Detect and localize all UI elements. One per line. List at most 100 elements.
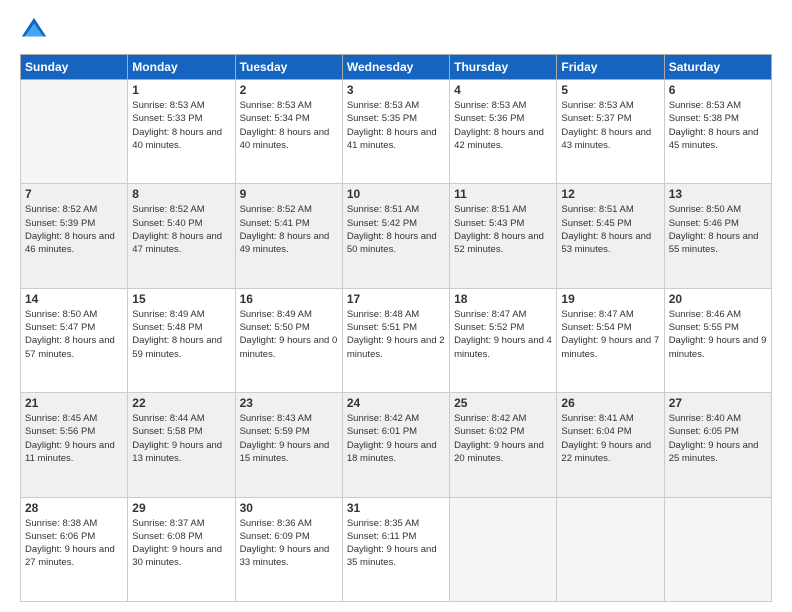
day-cell: 31 Sunrise: 8:35 AMSunset: 6:11 PMDaylig…: [342, 497, 449, 601]
day-detail: Sunrise: 8:51 AMSunset: 5:43 PMDaylight:…: [454, 203, 552, 256]
day-detail: Sunrise: 8:52 AMSunset: 5:39 PMDaylight:…: [25, 203, 123, 256]
day-detail: Sunrise: 8:50 AMSunset: 5:47 PMDaylight:…: [25, 308, 123, 361]
day-number: 31: [347, 501, 445, 515]
day-cell: 3 Sunrise: 8:53 AMSunset: 5:35 PMDayligh…: [342, 80, 449, 184]
day-number: 30: [240, 501, 338, 515]
day-cell: [21, 80, 128, 184]
day-cell: 6 Sunrise: 8:53 AMSunset: 5:38 PMDayligh…: [664, 80, 771, 184]
day-cell: 25 Sunrise: 8:42 AMSunset: 6:02 PMDaylig…: [450, 393, 557, 497]
calendar-table: SundayMondayTuesdayWednesdayThursdayFrid…: [20, 54, 772, 602]
day-detail: Sunrise: 8:38 AMSunset: 6:06 PMDaylight:…: [25, 517, 123, 570]
day-cell: 22 Sunrise: 8:44 AMSunset: 5:58 PMDaylig…: [128, 393, 235, 497]
day-detail: Sunrise: 8:42 AMSunset: 6:02 PMDaylight:…: [454, 412, 552, 465]
day-cell: [450, 497, 557, 601]
day-cell: 27 Sunrise: 8:40 AMSunset: 6:05 PMDaylig…: [664, 393, 771, 497]
day-cell: 30 Sunrise: 8:36 AMSunset: 6:09 PMDaylig…: [235, 497, 342, 601]
day-number: 15: [132, 292, 230, 306]
day-number: 25: [454, 396, 552, 410]
day-number: 17: [347, 292, 445, 306]
day-number: 14: [25, 292, 123, 306]
day-cell: 16 Sunrise: 8:49 AMSunset: 5:50 PMDaylig…: [235, 288, 342, 392]
day-detail: Sunrise: 8:49 AMSunset: 5:50 PMDaylight:…: [240, 308, 338, 361]
day-header-monday: Monday: [128, 55, 235, 80]
day-number: 22: [132, 396, 230, 410]
day-detail: Sunrise: 8:41 AMSunset: 6:04 PMDaylight:…: [561, 412, 659, 465]
day-cell: 29 Sunrise: 8:37 AMSunset: 6:08 PMDaylig…: [128, 497, 235, 601]
day-cell: [557, 497, 664, 601]
day-cell: [664, 497, 771, 601]
day-number: 2: [240, 83, 338, 97]
day-detail: Sunrise: 8:35 AMSunset: 6:11 PMDaylight:…: [347, 517, 445, 570]
day-number: 29: [132, 501, 230, 515]
day-cell: 1 Sunrise: 8:53 AMSunset: 5:33 PMDayligh…: [128, 80, 235, 184]
day-cell: 8 Sunrise: 8:52 AMSunset: 5:40 PMDayligh…: [128, 184, 235, 288]
day-number: 18: [454, 292, 552, 306]
day-detail: Sunrise: 8:53 AMSunset: 5:33 PMDaylight:…: [132, 99, 230, 152]
day-cell: 13 Sunrise: 8:50 AMSunset: 5:46 PMDaylig…: [664, 184, 771, 288]
day-detail: Sunrise: 8:45 AMSunset: 5:56 PMDaylight:…: [25, 412, 123, 465]
day-number: 4: [454, 83, 552, 97]
day-number: 26: [561, 396, 659, 410]
day-number: 24: [347, 396, 445, 410]
logo: [20, 16, 52, 44]
day-header-thursday: Thursday: [450, 55, 557, 80]
day-detail: Sunrise: 8:53 AMSunset: 5:37 PMDaylight:…: [561, 99, 659, 152]
day-number: 20: [669, 292, 767, 306]
day-number: 11: [454, 187, 552, 201]
day-cell: 20 Sunrise: 8:46 AMSunset: 5:55 PMDaylig…: [664, 288, 771, 392]
day-cell: 12 Sunrise: 8:51 AMSunset: 5:45 PMDaylig…: [557, 184, 664, 288]
day-header-saturday: Saturday: [664, 55, 771, 80]
week-row-2: 7 Sunrise: 8:52 AMSunset: 5:39 PMDayligh…: [21, 184, 772, 288]
day-cell: 5 Sunrise: 8:53 AMSunset: 5:37 PMDayligh…: [557, 80, 664, 184]
day-number: 8: [132, 187, 230, 201]
day-detail: Sunrise: 8:42 AMSunset: 6:01 PMDaylight:…: [347, 412, 445, 465]
day-cell: 28 Sunrise: 8:38 AMSunset: 6:06 PMDaylig…: [21, 497, 128, 601]
day-detail: Sunrise: 8:52 AMSunset: 5:40 PMDaylight:…: [132, 203, 230, 256]
day-detail: Sunrise: 8:47 AMSunset: 5:52 PMDaylight:…: [454, 308, 552, 361]
week-row-5: 28 Sunrise: 8:38 AMSunset: 6:06 PMDaylig…: [21, 497, 772, 601]
day-cell: 4 Sunrise: 8:53 AMSunset: 5:36 PMDayligh…: [450, 80, 557, 184]
day-cell: 15 Sunrise: 8:49 AMSunset: 5:48 PMDaylig…: [128, 288, 235, 392]
day-cell: 2 Sunrise: 8:53 AMSunset: 5:34 PMDayligh…: [235, 80, 342, 184]
day-detail: Sunrise: 8:53 AMSunset: 5:38 PMDaylight:…: [669, 99, 767, 152]
day-detail: Sunrise: 8:53 AMSunset: 5:35 PMDaylight:…: [347, 99, 445, 152]
day-cell: 17 Sunrise: 8:48 AMSunset: 5:51 PMDaylig…: [342, 288, 449, 392]
day-number: 3: [347, 83, 445, 97]
day-number: 1: [132, 83, 230, 97]
day-number: 9: [240, 187, 338, 201]
day-number: 13: [669, 187, 767, 201]
day-number: 12: [561, 187, 659, 201]
day-detail: Sunrise: 8:36 AMSunset: 6:09 PMDaylight:…: [240, 517, 338, 570]
day-number: 5: [561, 83, 659, 97]
day-number: 7: [25, 187, 123, 201]
day-detail: Sunrise: 8:44 AMSunset: 5:58 PMDaylight:…: [132, 412, 230, 465]
header: [20, 16, 772, 44]
day-detail: Sunrise: 8:53 AMSunset: 5:34 PMDaylight:…: [240, 99, 338, 152]
day-header-wednesday: Wednesday: [342, 55, 449, 80]
day-number: 21: [25, 396, 123, 410]
day-header-tuesday: Tuesday: [235, 55, 342, 80]
day-detail: Sunrise: 8:52 AMSunset: 5:41 PMDaylight:…: [240, 203, 338, 256]
day-cell: 24 Sunrise: 8:42 AMSunset: 6:01 PMDaylig…: [342, 393, 449, 497]
week-row-3: 14 Sunrise: 8:50 AMSunset: 5:47 PMDaylig…: [21, 288, 772, 392]
day-number: 23: [240, 396, 338, 410]
page: SundayMondayTuesdayWednesdayThursdayFrid…: [0, 0, 792, 612]
day-detail: Sunrise: 8:48 AMSunset: 5:51 PMDaylight:…: [347, 308, 445, 361]
day-number: 16: [240, 292, 338, 306]
day-detail: Sunrise: 8:47 AMSunset: 5:54 PMDaylight:…: [561, 308, 659, 361]
day-detail: Sunrise: 8:53 AMSunset: 5:36 PMDaylight:…: [454, 99, 552, 152]
day-cell: 21 Sunrise: 8:45 AMSunset: 5:56 PMDaylig…: [21, 393, 128, 497]
day-number: 28: [25, 501, 123, 515]
day-number: 27: [669, 396, 767, 410]
day-detail: Sunrise: 8:40 AMSunset: 6:05 PMDaylight:…: [669, 412, 767, 465]
day-cell: 19 Sunrise: 8:47 AMSunset: 5:54 PMDaylig…: [557, 288, 664, 392]
day-detail: Sunrise: 8:51 AMSunset: 5:42 PMDaylight:…: [347, 203, 445, 256]
day-detail: Sunrise: 8:37 AMSunset: 6:08 PMDaylight:…: [132, 517, 230, 570]
day-cell: 14 Sunrise: 8:50 AMSunset: 5:47 PMDaylig…: [21, 288, 128, 392]
week-row-4: 21 Sunrise: 8:45 AMSunset: 5:56 PMDaylig…: [21, 393, 772, 497]
day-number: 19: [561, 292, 659, 306]
day-cell: 18 Sunrise: 8:47 AMSunset: 5:52 PMDaylig…: [450, 288, 557, 392]
day-cell: 26 Sunrise: 8:41 AMSunset: 6:04 PMDaylig…: [557, 393, 664, 497]
day-detail: Sunrise: 8:50 AMSunset: 5:46 PMDaylight:…: [669, 203, 767, 256]
day-detail: Sunrise: 8:46 AMSunset: 5:55 PMDaylight:…: [669, 308, 767, 361]
